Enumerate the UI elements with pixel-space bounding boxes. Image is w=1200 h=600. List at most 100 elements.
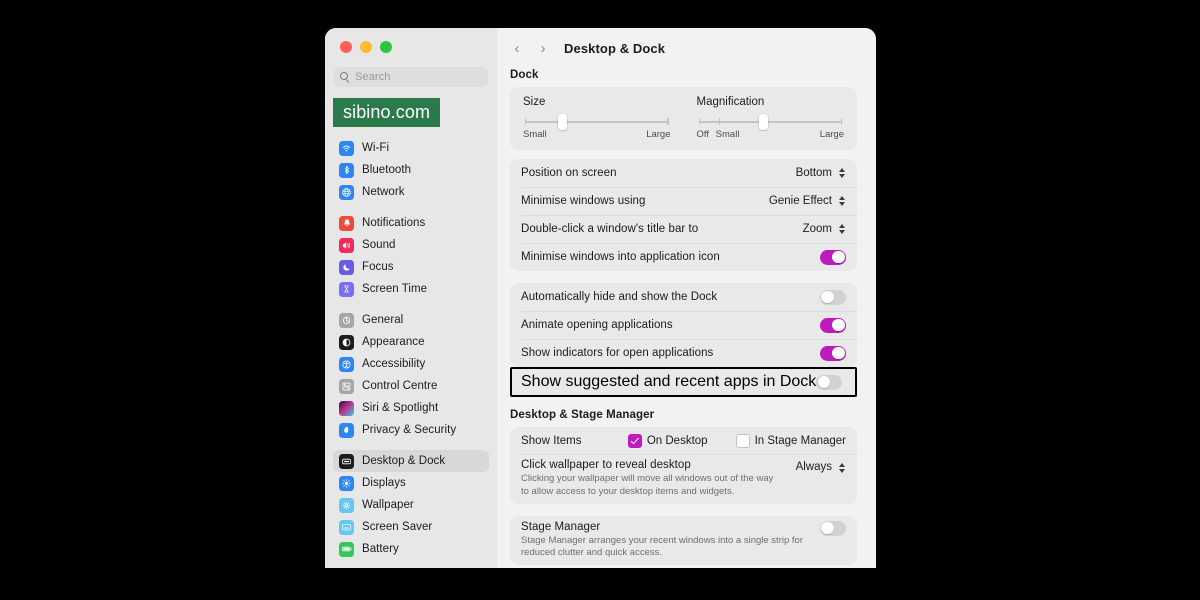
wifi-icon — [339, 140, 354, 156]
row-label: Show indicators for open applications — [521, 347, 714, 359]
traffic-lights — [325, 28, 497, 53]
zoom-button[interactable] — [380, 41, 392, 53]
sidebar-item-screen-time[interactable]: Screen Time — [333, 278, 489, 300]
toggle-auto-hide-dock[interactable] — [820, 289, 846, 305]
moon-icon — [339, 259, 354, 275]
row-show-indicators[interactable]: Show indicators for open applications — [510, 339, 857, 367]
sidebar-item-notifications[interactable]: Notifications — [333, 212, 489, 234]
row-auto-hide-dock[interactable]: Automatically hide and show the Dock — [510, 283, 857, 311]
sidebar-item-label: Sound — [362, 239, 396, 251]
slider-tick-max — [840, 118, 842, 125]
dock-options-card: Position on screen Bottom Minimise windo… — [510, 159, 857, 271]
dock-size-slider-end-labels: Small Large — [523, 129, 671, 140]
chevron-up-down-icon[interactable] — [837, 222, 846, 237]
dock-magnification-label: Magnification — [696, 96, 765, 108]
chevron-up-down-icon[interactable] — [837, 166, 846, 181]
dock-size-label: Size — [523, 96, 546, 108]
row-minimise-into-app-icon[interactable]: Minimise windows into application icon — [510, 243, 857, 271]
sidebar-item-desktop-and-dock[interactable]: Desktop & Dock — [333, 450, 489, 472]
slider-min-label: Small — [523, 129, 547, 140]
stage-manager-card: Show Items On Desktop In Stage Manager C… — [510, 427, 857, 504]
slider-max-label: Large — [646, 129, 671, 140]
toggle-show-suggested-and-recent-apps[interactable] — [816, 374, 843, 390]
slider-tick-small — [718, 118, 720, 125]
dock-magnification-slider[interactable] — [698, 114, 842, 130]
dock-size-slider[interactable] — [525, 114, 669, 130]
toggle-stage-manager[interactable] — [820, 520, 846, 536]
sidebar-item-wallpaper[interactable]: Wallpaper — [333, 494, 489, 516]
sidebar-item-label: Wi-Fi — [362, 142, 390, 154]
hourglass-icon — [339, 281, 354, 297]
toggle-animate-opening-applications[interactable] — [820, 317, 846, 333]
hand-icon — [339, 422, 354, 438]
sidebar-item-label: Notifications — [362, 217, 426, 229]
checkbox-in-stage-manager[interactable]: In Stage Manager — [735, 433, 846, 448]
row-description: Clicking your wallpaper will move all wi… — [521, 473, 774, 497]
sidebar-item-control-centre[interactable]: Control Centre — [333, 375, 489, 397]
checkbox-box[interactable] — [627, 433, 642, 448]
content-toolbar: ‹ › Desktop & Dock — [497, 28, 876, 69]
sidebar-item-battery[interactable]: Battery — [333, 538, 489, 560]
row-minimise-windows-using[interactable]: Minimise windows using Genie Effect — [510, 187, 857, 215]
checkbox-label: In Stage Manager — [754, 434, 846, 447]
row-value: Bottom — [795, 167, 832, 179]
sidebar: Search sibino.com Wi-Fi Bluetooth Networ… — [325, 28, 497, 568]
minimise-button[interactable] — [360, 41, 372, 53]
toggle-minimise-into-app-icon[interactable] — [820, 249, 846, 265]
row-double-click-title-bar[interactable]: Double-click a window's title bar to Zoo… — [510, 215, 857, 243]
sidebar-item-appearance[interactable]: Appearance — [333, 331, 489, 353]
slider-tick-off — [698, 118, 700, 125]
chevron-up-down-icon[interactable] — [837, 194, 846, 209]
row-click-wallpaper-to-reveal-desktop[interactable]: Click wallpaper to reveal desktop Clicki… — [510, 454, 857, 504]
row-stage-manager[interactable]: Stage Manager Stage Manager arranges you… — [510, 516, 857, 566]
search-icon — [340, 72, 350, 82]
sidebar-item-siri-and-spotlight[interactable]: Siri & Spotlight — [333, 397, 489, 419]
gear-icon — [339, 312, 354, 328]
sidebar-item-accessibility[interactable]: Accessibility — [333, 353, 489, 375]
sidebar-item-label: Control Centre — [362, 380, 438, 392]
battery-icon — [339, 541, 354, 557]
sidebar-item-displays[interactable]: Displays — [333, 472, 489, 494]
row-label: Show suggested and recent apps in Dock — [521, 373, 817, 390]
row-value: Zoom — [802, 223, 832, 235]
sidebar-item-wi-fi[interactable]: Wi-Fi — [333, 137, 489, 159]
forward-button[interactable]: › — [532, 38, 554, 60]
slider-min-label: Small — [715, 129, 740, 140]
sidebar-item-focus[interactable]: Focus — [333, 256, 489, 278]
row-label: Animate opening applications — [521, 319, 673, 331]
back-button[interactable]: ‹ — [506, 38, 528, 60]
slider-max-label: Large — [819, 129, 844, 140]
row-label: Show Items — [521, 434, 582, 447]
toggle-show-indicators[interactable] — [820, 345, 846, 361]
row-value: Always — [795, 461, 832, 473]
watermark-badge: sibino.com — [333, 98, 441, 127]
row-show-suggested-and-recent-apps-highlighted[interactable]: Show suggested and recent apps in Dock — [510, 367, 857, 397]
checkbox-on-desktop[interactable]: On Desktop — [627, 433, 708, 448]
checkbox-box[interactable] — [735, 433, 750, 448]
slider-thumb[interactable] — [758, 114, 768, 130]
sidebar-item-label: Screen Saver — [362, 521, 433, 533]
slider-thumb[interactable] — [557, 114, 567, 130]
sidebar-item-bluetooth[interactable]: Bluetooth — [333, 159, 489, 181]
content-pane: ‹ › Desktop & Dock Dock Size Small Large… — [497, 28, 876, 568]
sidebar-item-general[interactable]: General — [333, 309, 489, 331]
chevron-up-down-icon[interactable] — [837, 460, 846, 475]
sidebar-group-network: Wi-Fi Bluetooth Network — [333, 137, 489, 203]
sidebar-item-label: Bluetooth — [362, 164, 412, 176]
settings-scroll-area[interactable]: Dock Size Small Large Magnification Off … — [497, 69, 876, 566]
search-input[interactable]: Search — [334, 67, 488, 87]
sidebar-item-sound[interactable]: Sound — [333, 234, 489, 256]
stage-manager-toggle-card: Stage Manager Stage Manager arranges you… — [510, 515, 857, 566]
row-position-on-screen[interactable]: Position on screen Bottom — [510, 159, 857, 187]
close-button[interactable] — [340, 41, 352, 53]
control-centre-icon — [339, 378, 354, 394]
slider-tick-max — [667, 118, 669, 125]
wallpaper-icon — [339, 497, 354, 513]
sidebar-item-privacy-and-security[interactable]: Privacy & Security — [333, 419, 489, 441]
row-label: Automatically hide and show the Dock — [521, 291, 718, 303]
sidebar-item-network[interactable]: Network — [333, 181, 489, 203]
sidebar-item-screen-saver[interactable]: Screen Saver — [333, 516, 489, 538]
row-show-items: Show Items On Desktop In Stage Manager — [510, 427, 857, 454]
row-animate-opening-applications[interactable]: Animate opening applications — [510, 311, 857, 339]
sidebar-item-label: Screen Time — [362, 283, 428, 295]
